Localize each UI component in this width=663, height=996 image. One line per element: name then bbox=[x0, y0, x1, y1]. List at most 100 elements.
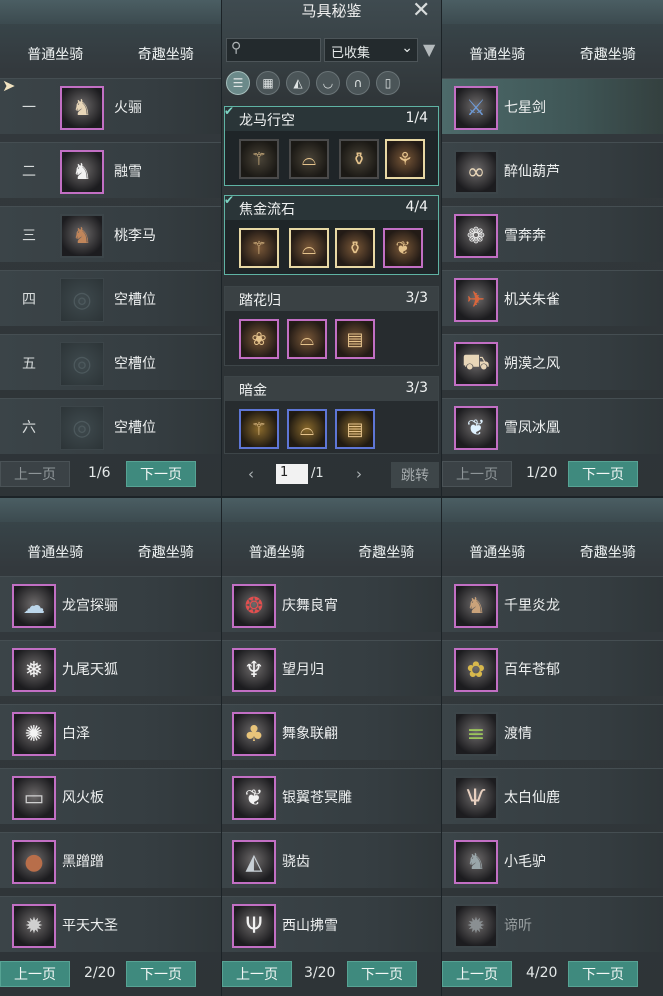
mount-row[interactable]: ♣ 舞象联翩 bbox=[222, 704, 441, 760]
prev-page-button[interactable]: 上一页 bbox=[0, 961, 70, 987]
mount-tabs: 普通坐骑 奇趣坐骑 bbox=[442, 540, 663, 564]
crane-icon: ♆ bbox=[232, 648, 276, 692]
sword-icon: ⚔ bbox=[454, 86, 498, 130]
chevron-left-icon[interactable]: ‹ bbox=[248, 465, 254, 483]
tab-fun-mounts[interactable]: 奇趣坐骑 bbox=[134, 542, 198, 562]
mount-name: 风火板 bbox=[62, 790, 104, 806]
mount-row[interactable]: ▭ 风火板 bbox=[0, 768, 221, 824]
search-input[interactable]: ⚲ bbox=[226, 38, 321, 62]
saddle-piece-icon[interactable]: ⌓ bbox=[287, 319, 327, 359]
equipment-set[interactable]: ✔ 龙马行空 1/4 ⚚ ⌓ ⚱ ⚘ bbox=[224, 104, 439, 186]
beast-icon: ✺ bbox=[12, 712, 56, 756]
mount-row[interactable]: ❁ 雪奔奔 bbox=[442, 206, 663, 262]
headgear-piece-icon[interactable]: ⚚ bbox=[239, 228, 279, 268]
mount-name: 太白仙鹿 bbox=[504, 790, 560, 806]
mount-slot-row[interactable]: 三 ♞ 桃李马 bbox=[0, 206, 221, 262]
stirrup-piece-icon[interactable]: ⚱ bbox=[339, 139, 379, 179]
mount-name: 雪凤冰凰 bbox=[504, 420, 560, 436]
mount-name: 桃李马 bbox=[114, 228, 156, 244]
tab-fun-mounts[interactable]: 奇趣坐骑 bbox=[576, 44, 640, 64]
mount-slot-row[interactable]: 五 ◎ 空槽位 bbox=[0, 334, 221, 390]
stirrup-icon[interactable]: ∩ bbox=[346, 71, 370, 95]
mount-slot-row[interactable]: 二 ♞ 融雪 bbox=[0, 142, 221, 198]
mount-row[interactable]: ✺ 白泽 bbox=[0, 704, 221, 760]
mount-row[interactable]: ∞ 醉仙葫芦 bbox=[442, 142, 663, 198]
mount-row[interactable]: ❦ 雪凤冰凰 bbox=[442, 398, 663, 454]
mount-row[interactable]: ♞ 千里炎龙 bbox=[442, 576, 663, 632]
next-page-button[interactable]: 下一页 bbox=[568, 461, 638, 487]
dragon-icon: ☁ bbox=[12, 584, 56, 628]
equipment-set[interactable]: 踏花归 3/3 ❀ ⌓ ▤ bbox=[224, 286, 439, 366]
tab-normal-mounts[interactable]: 普通坐骑 bbox=[245, 542, 309, 562]
mount-row[interactable]: ❂ 庆舞良宵 bbox=[222, 576, 441, 632]
equipment-set[interactable]: 暗金 3/3 ⚚ ⌓ ▤ bbox=[224, 376, 439, 454]
harness-piece-icon[interactable]: ⚘ bbox=[385, 139, 425, 179]
saddle-piece-icon[interactable]: ⌓ bbox=[289, 228, 329, 268]
horse-icon: ♞ bbox=[60, 214, 104, 258]
mount-row[interactable]: ♆ 望月归 bbox=[222, 640, 441, 696]
headgear-piece-icon[interactable]: ❀ bbox=[239, 319, 279, 359]
mount-row[interactable]: ◭ 骁齿 bbox=[222, 832, 441, 888]
mount-row[interactable]: Ψ 西山拂雪 bbox=[222, 896, 441, 952]
jump-button[interactable]: 跳转 bbox=[391, 462, 439, 488]
tab-normal-mounts[interactable]: 普通坐骑 bbox=[23, 542, 87, 562]
mount-slot-row[interactable]: 四 ◎ 空槽位 bbox=[0, 270, 221, 326]
tab-normal-mounts[interactable]: 普通坐骑 bbox=[465, 542, 529, 562]
headgear-piece-icon[interactable]: ⚚ bbox=[239, 139, 279, 179]
mount-slot-row[interactable]: 六 ◎ 空槽位 bbox=[0, 398, 221, 454]
mount-row[interactable]: ≡ 渡情 bbox=[442, 704, 663, 760]
prev-page-button[interactable]: 上一页 bbox=[442, 961, 512, 987]
mount-row[interactable]: ✹ 平天大圣 bbox=[0, 896, 221, 952]
tab-fun-mounts[interactable]: 奇趣坐骑 bbox=[134, 44, 198, 64]
saddle-piece-icon[interactable]: ⌓ bbox=[289, 139, 329, 179]
saddle-icon[interactable]: ◡ bbox=[316, 71, 340, 95]
headgear-piece-icon[interactable]: ⚚ bbox=[239, 409, 279, 449]
mount-row[interactable]: ● 黑蹭蹭 bbox=[0, 832, 221, 888]
mount-row[interactable]: ❅ 九尾天狐 bbox=[0, 640, 221, 696]
next-page-button[interactable]: 下一页 bbox=[126, 961, 196, 987]
equipment-set[interactable]: ✔ 焦金流石 4/4 ⚚ ⌓ ⚱ ❦ bbox=[224, 193, 439, 275]
mount-row[interactable]: ⛟ 朔漠之风 bbox=[442, 334, 663, 390]
tab-fun-mounts[interactable]: 奇趣坐骑 bbox=[354, 542, 418, 562]
armor-piece-icon[interactable]: ▤ bbox=[335, 409, 375, 449]
prev-page-button[interactable]: 上一页 bbox=[0, 461, 70, 487]
next-page-button[interactable]: 下一页 bbox=[568, 961, 638, 987]
tab-normal-mounts[interactable]: 普通坐骑 bbox=[23, 44, 87, 64]
mount-row[interactable]: ❦ 银翼苍冥雕 bbox=[222, 768, 441, 824]
tab-fun-mounts[interactable]: 奇趣坐骑 bbox=[576, 542, 640, 562]
armor-icon[interactable]: ▯ bbox=[376, 71, 400, 95]
wing-piece-icon[interactable]: ❦ bbox=[383, 228, 423, 268]
page-number-input[interactable]: 1 bbox=[276, 464, 308, 484]
mount-row[interactable]: ✹ 谛听 bbox=[442, 896, 663, 952]
mount-slot-row[interactable]: 一 ♞ 火骊 bbox=[0, 78, 221, 134]
mount-row[interactable]: ⚔ 七星剑 bbox=[442, 78, 663, 134]
mount-row[interactable]: Ѱ 太白仙鹿 bbox=[442, 768, 663, 824]
mount-name: 黑蹭蹭 bbox=[62, 854, 104, 870]
mount-name: 空槽位 bbox=[114, 356, 156, 372]
mount-name: 望月归 bbox=[282, 662, 324, 678]
tab-normal-mounts[interactable]: 普通坐骑 bbox=[465, 44, 529, 64]
selection-arrow-icon: ➤ bbox=[2, 76, 16, 95]
grid-view-icon[interactable]: ▦ bbox=[256, 71, 280, 95]
mount-tabs: 普通坐骑 奇趣坐骑 bbox=[442, 42, 663, 66]
list-view-icon[interactable]: ☰ bbox=[226, 71, 250, 95]
mount-name: 机关朱雀 bbox=[504, 292, 560, 308]
mount-name: 融雪 bbox=[114, 164, 142, 180]
collection-filter-select[interactable]: 已收集 ⌄ bbox=[324, 38, 418, 62]
saddle-piece-icon[interactable]: ⌓ bbox=[287, 409, 327, 449]
slot-number: 六 bbox=[22, 420, 36, 436]
prev-page-button[interactable]: 上一页 bbox=[222, 961, 292, 987]
next-page-button[interactable]: 下一页 bbox=[126, 461, 196, 487]
funnel-icon[interactable]: ▼ bbox=[423, 40, 435, 59]
mount-row[interactable]: ☁ 龙宫探骊 bbox=[0, 576, 221, 632]
close-icon[interactable]: ✕ bbox=[412, 0, 430, 23]
mount-row[interactable]: ✈ 机关朱雀 bbox=[442, 270, 663, 326]
mount-row[interactable]: ♞ 小毛驴 bbox=[442, 832, 663, 888]
chevron-right-icon[interactable]: › bbox=[356, 465, 362, 483]
head-gear-icon[interactable]: ◭ bbox=[286, 71, 310, 95]
prev-page-button[interactable]: 上一页 bbox=[442, 461, 512, 487]
armor-piece-icon[interactable]: ▤ bbox=[335, 319, 375, 359]
next-page-button[interactable]: 下一页 bbox=[347, 961, 417, 987]
stirrup-piece-icon[interactable]: ⚱ bbox=[335, 228, 375, 268]
mount-row[interactable]: ✿ 百年苍郁 bbox=[442, 640, 663, 696]
